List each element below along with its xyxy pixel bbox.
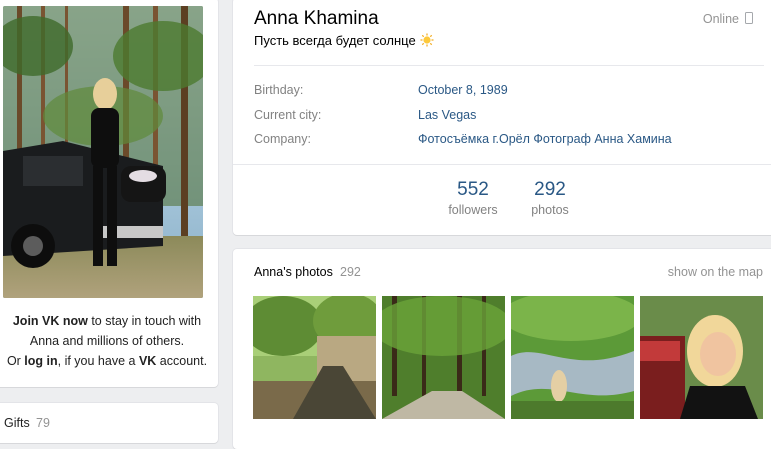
photos-total-count: 292 bbox=[340, 265, 361, 279]
photos-label: photos bbox=[531, 203, 569, 217]
vk-text: VK bbox=[138, 354, 157, 368]
city-value[interactable]: Las Vegas bbox=[418, 108, 476, 122]
profile-status: Пусть всегда будет солнце bbox=[254, 33, 434, 48]
company-label: Company: bbox=[254, 132, 311, 146]
profile-info-card: Anna Khamina Online Пусть всегда будет с… bbox=[233, 0, 771, 235]
followers-count: 552 bbox=[457, 179, 489, 200]
mobile-phone-icon bbox=[745, 12, 753, 24]
online-label: Online bbox=[702, 12, 739, 26]
photo-thumbnail[interactable] bbox=[253, 296, 376, 419]
birthday-label: Birthday: bbox=[254, 83, 304, 97]
info-divider bbox=[254, 65, 764, 66]
photos-card: Anna's photos 292 show on the map bbox=[233, 249, 771, 449]
online-status: Online bbox=[703, 12, 753, 26]
profile-name: Anna Khamina bbox=[254, 8, 379, 29]
gifts-card[interactable]: Gifts 79 bbox=[0, 403, 218, 443]
counters-divider bbox=[233, 164, 771, 165]
join-text-line3c: account. bbox=[156, 354, 208, 368]
photo-thumbnail-image bbox=[511, 296, 634, 419]
photos-title[interactable]: Anna's photos bbox=[254, 265, 333, 279]
profile-photo[interactable] bbox=[3, 6, 203, 298]
photo-thumbnail-image bbox=[382, 296, 505, 419]
sun-icon bbox=[420, 33, 434, 47]
photo-thumbnail[interactable] bbox=[640, 296, 763, 419]
gifts-count: 79 bbox=[36, 416, 50, 430]
followers-counter[interactable]: 552 followers bbox=[433, 179, 513, 217]
city-label: Current city: bbox=[254, 108, 322, 122]
profile-photo-card: Join VK now to stay in touch with Anna a… bbox=[0, 0, 218, 387]
photo-thumbnail-image bbox=[253, 296, 376, 419]
photos-count: 292 bbox=[534, 179, 566, 200]
join-vk-link[interactable]: Join VK now bbox=[13, 314, 88, 328]
gifts-label[interactable]: Gifts bbox=[4, 416, 30, 430]
photo-thumbnail[interactable] bbox=[382, 296, 505, 419]
followers-label: followers bbox=[448, 203, 498, 217]
profile-photo-image bbox=[3, 6, 203, 298]
photo-thumbnail[interactable] bbox=[511, 296, 634, 419]
show-on-map-link[interactable]: show on the map bbox=[668, 265, 763, 279]
birthday-value[interactable]: October 8, 1989 bbox=[418, 83, 508, 97]
status-text: Пусть всегда будет солнце bbox=[254, 33, 416, 48]
photo-thumbnail-image bbox=[640, 296, 763, 419]
join-text-line3a: Or bbox=[6, 354, 25, 368]
join-text-line2: Anna and millions of others. bbox=[29, 334, 185, 348]
login-link[interactable]: log in bbox=[24, 354, 57, 368]
company-value[interactable]: Фотосъёмка г.Орёл Фотограф Анна Хамина bbox=[418, 132, 672, 146]
join-prompt: Join VK now to stay in touch with Anna a… bbox=[0, 311, 218, 371]
photos-counter[interactable]: 292 photos bbox=[510, 179, 590, 217]
join-text-line3b: , if you have a bbox=[57, 354, 139, 368]
join-text-line1: to stay in touch with bbox=[87, 314, 202, 328]
